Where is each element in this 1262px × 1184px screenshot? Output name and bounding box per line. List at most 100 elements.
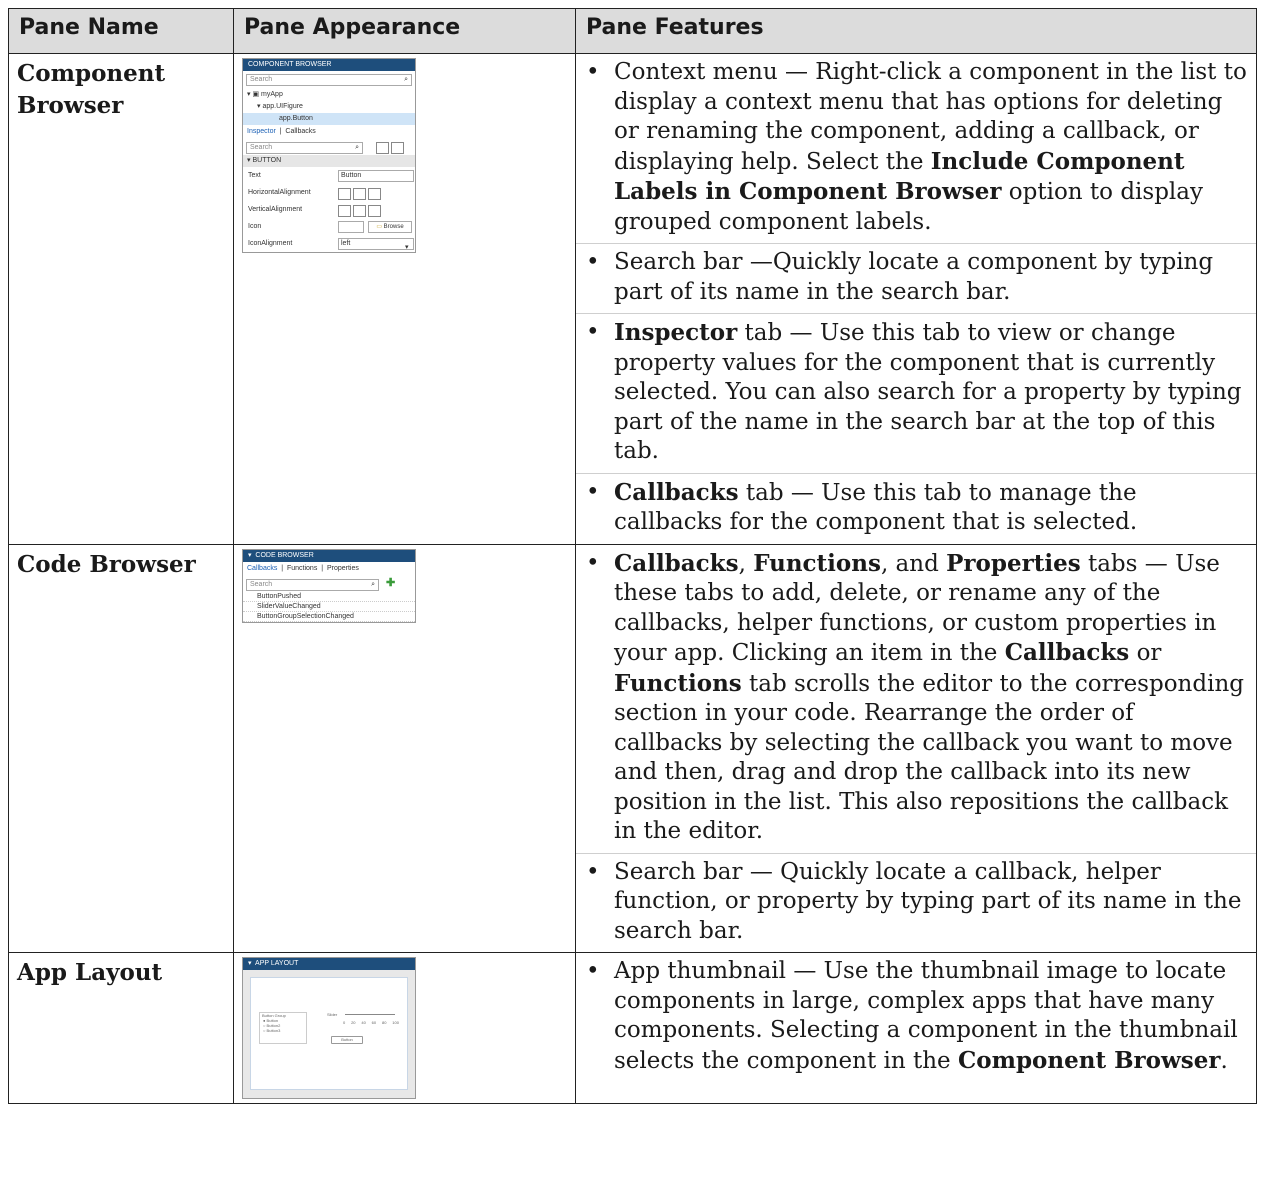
- feature-text: Search bar —Quickly locate a component b…: [614, 249, 1214, 305]
- sort-icon: [390, 142, 404, 154]
- feature-list: • Callbacks, Functions, and Properties ta…: [576, 545, 1256, 953]
- feature-item: • Inspector tab — Use this tab to view or…: [576, 314, 1256, 474]
- dropdown-arrow-icon: ▾: [405, 244, 409, 251]
- chevron-down-icon: ▾: [257, 103, 261, 110]
- feature-item: • Search bar —Quickly locate a component …: [576, 244, 1256, 314]
- feature-bold-text: Callbacks: [614, 549, 739, 577]
- feature-bold-text: Properties: [946, 549, 1081, 577]
- thumb-prop: HorizontalAlignment: [243, 184, 415, 201]
- align-middle-icon: [353, 205, 366, 218]
- feature-bold-text: Inspector: [614, 319, 738, 346]
- thumb-search: Search ⌕: [246, 74, 412, 86]
- thumb-prop: Text Button: [243, 167, 415, 184]
- thumb-search: Search ⌕: [246, 578, 379, 591]
- align-bottom-icon: [368, 205, 381, 218]
- bullet-icon: •: [586, 319, 600, 345]
- tree-item: ▾ ▣ myApp: [247, 91, 283, 98]
- bullet-icon: •: [586, 958, 600, 984]
- align-left-icon: [338, 188, 351, 201]
- pane-name-line: Code Browser: [17, 550, 196, 578]
- bullet-icon: •: [586, 478, 600, 505]
- pane-name-line: App Layout: [17, 959, 163, 986]
- list-item: SliderValueChanged: [243, 602, 415, 612]
- list-item: ButtonGroupSelectionChanged: [243, 612, 415, 622]
- app-canvas: Button Group ● Button ○ Button2 ○ Button…: [250, 977, 408, 1090]
- bullet-icon: •: [586, 249, 600, 275]
- feature-item: • Context menu — Right-click a component …: [576, 54, 1256, 244]
- header-row: Pane Name Pane Appearance Pane Features: [8, 8, 1257, 54]
- feature-item: • App thumbnail — Use the thumbnail image…: [576, 953, 1256, 1082]
- folder-icon: ▭: [376, 224, 382, 230]
- list-item: ButtonPushed: [243, 592, 415, 602]
- feature-text: or: [1129, 640, 1162, 666]
- app-icon: ▣: [252, 91, 260, 98]
- code-browser-thumbnail: ▾ CODE BROWSER Callbacks | Functions | P…: [242, 548, 416, 623]
- table-row: App Layout ▾ APP LAYOUT Button Group ● B…: [8, 952, 1257, 1104]
- thumb-title: COMPONENT BROWSER: [243, 59, 415, 71]
- feature-list: • Context menu — Right-click a component …: [576, 54, 1256, 544]
- component-browser-thumbnail: COMPONENT BROWSER Search ⌕ ▾ ▣ myApp ▾ ap…: [242, 58, 416, 253]
- chevron-down-icon: ▾: [248, 960, 252, 967]
- pane-appearance: ▾ CODE BROWSER Callbacks | Functions | P…: [233, 543, 576, 953]
- header-pane-appearance: Pane Appearance: [233, 8, 576, 54]
- tree-item: app.Button: [243, 113, 415, 125]
- chevron-down-icon: ▾: [247, 91, 251, 98]
- feature-bold-text: Functions: [753, 549, 881, 577]
- align-top-icon: [338, 205, 351, 218]
- feature-text: ,: [738, 550, 754, 577]
- pane-name: Component Browser: [8, 53, 234, 545]
- feature-item: • Search bar — Quickly locate a callback,…: [576, 854, 1256, 953]
- feature-bold-text: Functions: [614, 669, 742, 697]
- thumb-section: ▾ BUTTON: [243, 155, 415, 167]
- list-view-icon: [375, 142, 389, 154]
- thumb-title: ▾ APP LAYOUT: [243, 958, 415, 970]
- thumb-prop: VerticalAlignment: [243, 201, 415, 218]
- feature-bold-text: Callbacks: [614, 478, 739, 506]
- button-group: Button Group ● Button ○ Button2 ○ Button…: [259, 1012, 307, 1044]
- pane-appearance: ▾ APP LAYOUT Button Group ● Button ○ But…: [233, 952, 576, 1104]
- feature-bold-text: Component Browser: [957, 1046, 1221, 1074]
- app-layout-thumbnail: ▾ APP LAYOUT Button Group ● Button ○ But…: [242, 957, 416, 1099]
- thumb-title: ▾ CODE BROWSER: [243, 549, 415, 562]
- pane-table: Pane Name Pane Appearance Pane Features …: [8, 8, 1257, 1104]
- slider-ticks: 0 20 40 60 80 100: [343, 1020, 399, 1025]
- thumb-prop: IconAlignment left ▾: [243, 235, 415, 252]
- header-pane-features: Pane Features: [575, 8, 1257, 54]
- chevron-down-icon: ▾: [248, 551, 252, 559]
- bullet-icon: •: [586, 59, 600, 85]
- slider-label: Slider: [327, 1012, 338, 1017]
- thumb-tree: ▾ ▣ myApp ▾ app.UIFigure app.Button: [243, 89, 415, 125]
- pane-name-line: Browser: [17, 92, 124, 119]
- thumb-tabs: Inspector | Callbacks: [247, 128, 316, 135]
- table-row: Code Browser ▾ CODE BROWSER Callbacks | …: [8, 543, 1257, 953]
- search-icon: ⌕: [355, 144, 359, 151]
- radio-icon: ○: [263, 1028, 266, 1033]
- table-row: Component Browser COMPONENT BROWSER Sear…: [8, 53, 1257, 545]
- search-icon: ⌕: [404, 76, 408, 83]
- pane-name-line: Component: [17, 60, 166, 87]
- add-icon: ✚: [385, 576, 396, 589]
- pane-features: • Callbacks, Functions, and Properties ta…: [575, 543, 1257, 953]
- push-button: Button: [331, 1036, 363, 1044]
- header-pane-name: Pane Name: [8, 8, 234, 54]
- feature-text: , and: [880, 550, 947, 577]
- feature-list: • App thumbnail — Use the thumbnail image…: [576, 953, 1256, 1082]
- thumb-search-2: Search ⌕: [246, 142, 363, 154]
- chevron-down-icon: ▾: [247, 157, 251, 164]
- pane-appearance: COMPONENT BROWSER Search ⌕ ▾ ▣ myApp ▾ ap…: [233, 53, 576, 545]
- bullet-icon: •: [586, 549, 600, 576]
- thumb-tabs: Callbacks | Functions | Properties: [247, 564, 359, 572]
- feature-text: Search bar — Quickly locate a callback, …: [614, 858, 1242, 944]
- bullet-icon: •: [586, 858, 600, 885]
- pane-features: • Context menu — Right-click a component …: [575, 53, 1257, 545]
- tree-item: ▾ app.UIFigure: [257, 103, 303, 110]
- align-right-icon: [368, 188, 381, 201]
- pane-name: Code Browser: [8, 543, 234, 953]
- thumb-prop: Icon ▭ Browse: [243, 218, 415, 235]
- feature-item: • Callbacks tab — Use this tab to manage …: [576, 474, 1256, 544]
- pane-features: • App thumbnail — Use the thumbnail image…: [575, 952, 1257, 1104]
- align-center-icon: [353, 188, 366, 201]
- pane-name: App Layout: [8, 952, 234, 1104]
- feature-text: .: [1220, 1047, 1228, 1074]
- feature-item: • Callbacks, Functions, and Properties ta…: [576, 545, 1256, 854]
